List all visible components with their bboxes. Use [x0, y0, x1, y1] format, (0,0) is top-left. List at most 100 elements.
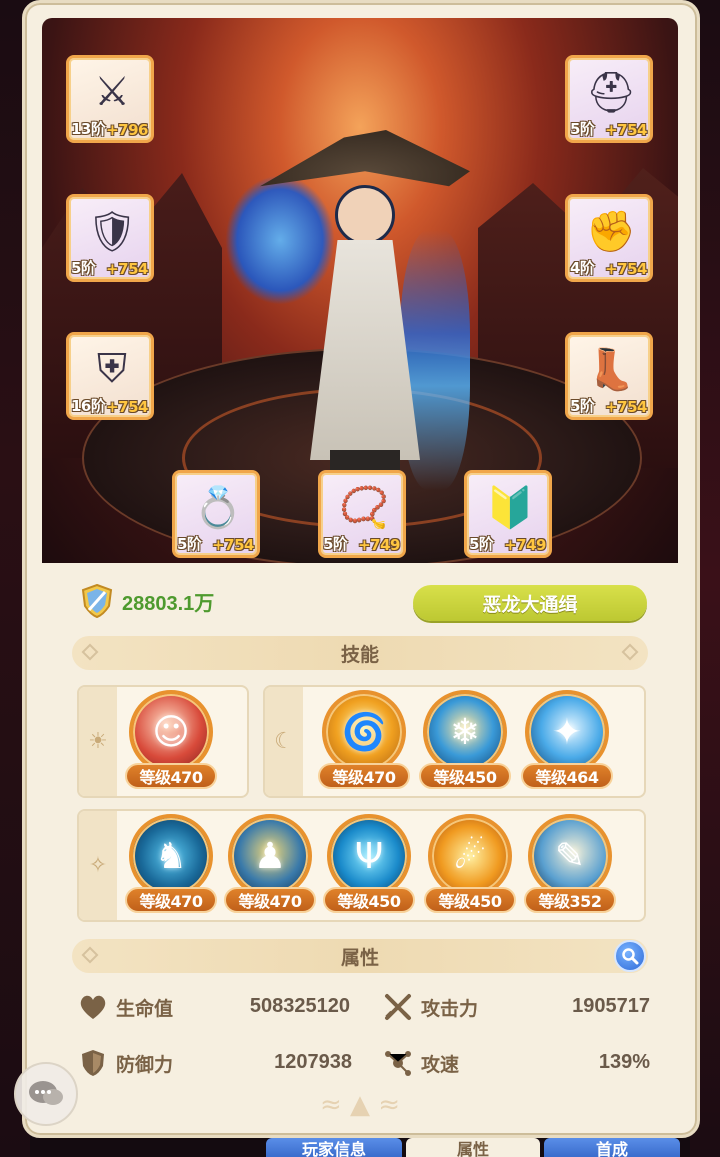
ring-icon: 💍 [193, 484, 243, 531]
attr-attack: 攻击力 [383, 990, 478, 1024]
skill-whirlwind[interactable]: 🌀 等级470 [318, 690, 410, 798]
skill-frost-figure[interactable]: ❄ 等级450 [419, 690, 511, 798]
sword-icon: ⚔ [94, 69, 130, 115]
skill-level: 等级450 [419, 763, 511, 789]
skill-antler[interactable]: Ψ 等级450 [323, 814, 415, 922]
skill-level: 等级470 [318, 763, 410, 789]
shield-icon [78, 1048, 108, 1078]
magnifier-icon[interactable] [614, 940, 646, 972]
skill-level: 等级470 [125, 763, 217, 789]
attr-hp-value: 508325120 [249, 995, 350, 1017]
equip-plus: +749 [504, 536, 546, 554]
attr-defense: 防御力 [78, 1046, 173, 1080]
equip-slot-gauntlet[interactable]: ✊ 4阶 +754 [565, 194, 653, 282]
chat-bubble-icon[interactable] [14, 1062, 78, 1126]
tab-attributes[interactable]: 属性 [406, 1138, 540, 1157]
equip-plus: +754 [106, 398, 148, 416]
heart-icon [78, 992, 108, 1022]
equip-tier: 5阶 [570, 397, 595, 415]
equip-slot-armor[interactable]: 🛡 5阶 +754 [66, 194, 154, 282]
equip-tier: 13阶 [71, 120, 106, 138]
combat-power: 28803.1万 [80, 583, 214, 619]
equip-tier: 5阶 [570, 120, 595, 138]
skill-demon-face[interactable]: ☺ 等级470 [125, 690, 217, 798]
fireball-icon: ☄ [428, 814, 512, 898]
sun-icon: ☀ [79, 687, 117, 796]
crossed-swords-icon [383, 992, 413, 1022]
attributes-header: 属性 [72, 939, 648, 973]
skill-beast[interactable]: ♞ 等级470 [125, 814, 217, 922]
attr-label: 防御力 [116, 1053, 174, 1076]
skill-level: 等级470 [224, 887, 316, 913]
equip-slot-boots[interactable]: 👢 5阶 +754 [565, 332, 653, 420]
pants-icon: ⛨ [97, 346, 127, 392]
ornament-diamond [81, 946, 99, 964]
skills-header: 技能 [72, 636, 648, 670]
ornament-diamond [81, 643, 99, 661]
attr-defense-value: 1207938 [274, 1051, 352, 1073]
frost-figure-icon: ❄ [423, 690, 507, 774]
equip-slot-amulet[interactable]: 🔰 5阶 +749 [464, 470, 552, 558]
equip-plus: +754 [605, 260, 647, 278]
gauntlet-icon: ✊ [586, 208, 636, 255]
attr-speed: 攻速 [383, 1046, 459, 1080]
attr-speed-value: 139% [598, 1051, 650, 1073]
speed-icon [383, 1048, 413, 1078]
skill-level: 等级470 [125, 887, 217, 913]
equip-plus: +754 [605, 398, 647, 416]
hero-head [335, 185, 395, 245]
equip-tier: 5阶 [323, 535, 348, 553]
armor-icon: 🛡 [86, 208, 138, 255]
attributes-title: 属性 [340, 946, 379, 969]
skill-ice-claw[interactable]: ✦ 等级464 [521, 690, 613, 798]
equip-tier: 5阶 [71, 259, 96, 277]
equip-slot-ring[interactable]: 💍 5阶 +754 [172, 470, 260, 558]
helmet-icon: ⛑ [585, 69, 637, 116]
equip-tier: 5阶 [177, 535, 202, 553]
rune-scroll-icon: ✎ [528, 814, 612, 898]
skill-level: 等级464 [521, 763, 613, 789]
hero-robe [310, 240, 420, 460]
ornament-diamond [621, 643, 639, 661]
equip-plus: +754 [106, 260, 148, 278]
guardian-icon: ♟ [228, 814, 312, 898]
bottom-tabs: 玩家信息 属性 首成 [0, 1138, 720, 1157]
tab-player-info[interactable]: 玩家信息 [266, 1138, 402, 1157]
skill-fireball[interactable]: ☄ 等级450 [424, 814, 516, 922]
equip-plus: +796 [106, 121, 148, 139]
equip-tier: 5阶 [469, 535, 494, 553]
equip-slot-weapon[interactable]: ⚔ 13阶 +796 [66, 55, 154, 143]
sparkle-icon: ✧ [79, 811, 117, 920]
amulet-icon: 🔰 [485, 484, 535, 531]
equip-plus: +749 [358, 536, 400, 554]
antler-icon: Ψ [327, 814, 411, 898]
tab-first-achievement[interactable]: 首成 [544, 1138, 680, 1157]
whirlwind-icon: 🌀 [322, 690, 406, 774]
shield-sword-icon [80, 584, 114, 618]
equip-tier: 16阶 [71, 397, 106, 415]
skill-guardian[interactable]: ♟ 等级470 [224, 814, 316, 922]
equip-slot-pants[interactable]: ⛨ 16阶 +754 [66, 332, 154, 420]
skill-level: 等级450 [424, 887, 516, 913]
necklace-icon: 📿 [339, 484, 389, 531]
beast-icon: ♞ [129, 814, 213, 898]
skill-level: 等级352 [524, 887, 616, 913]
attr-attack-value: 1905717 [572, 995, 650, 1017]
dragon-wanted-button[interactable]: 恶龙大通缉 [413, 585, 647, 621]
combat-power-value: 28803.1万 [122, 592, 215, 615]
skill-rune-scroll[interactable]: ✎ 等级352 [524, 814, 616, 922]
cat-ornament-icon: ≈ ▲ ≈ [319, 1090, 401, 1120]
boots-icon: 👢 [586, 346, 636, 393]
equip-slot-helmet[interactable]: ⛑ 5阶 +754 [565, 55, 653, 143]
skills-title: 技能 [340, 643, 379, 666]
demon-face-icon: ☺ [129, 690, 213, 774]
attr-label: 生命值 [116, 997, 174, 1020]
attr-hp: 生命值 [78, 990, 173, 1024]
attr-label: 攻速 [421, 1053, 460, 1076]
attr-label: 攻击力 [421, 997, 479, 1020]
skill-level: 等级450 [323, 887, 415, 913]
equip-plus: +754 [212, 536, 254, 554]
equip-plus: +754 [605, 121, 647, 139]
hero-character[interactable] [260, 130, 470, 500]
equip-slot-necklace[interactable]: 📿 5阶 +749 [318, 470, 406, 558]
